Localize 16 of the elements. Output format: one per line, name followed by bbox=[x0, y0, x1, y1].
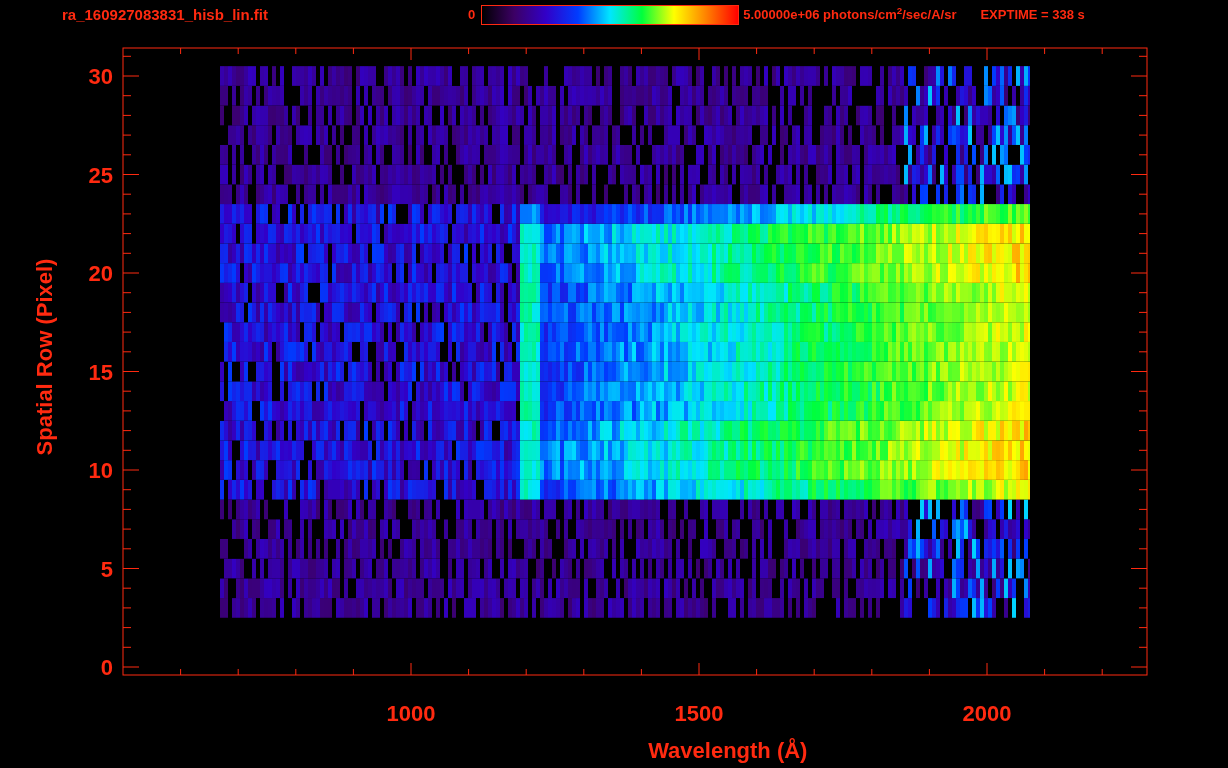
x-tick-label: 1000 bbox=[386, 701, 436, 726]
y-tick-label: 15 bbox=[88, 359, 113, 385]
y-tick-label: 10 bbox=[88, 458, 113, 483]
y-tick-label: 25 bbox=[88, 162, 113, 188]
y-tick-label: 20 bbox=[88, 261, 113, 286]
colorbar-min-label: 0 bbox=[468, 6, 476, 25]
x-tick-label: 1500 bbox=[674, 701, 724, 726]
colorbar-max-label: 5.00000e+06 photons/cm$^{2}$/sec/A/sr bbox=[743, 5, 957, 25]
file-name-title: ra_160927083831_hisb_lin.fit bbox=[62, 4, 269, 25]
exposure-time-label: EXPTIME = 338 s bbox=[980, 6, 1085, 25]
y-tick-label: 30 bbox=[88, 64, 113, 89]
y-tick-label: 0 bbox=[100, 655, 113, 680]
x-axis-title: Wavelength (Å) bbox=[648, 738, 808, 763]
x-tick-label: 2000 bbox=[962, 701, 1012, 726]
y-tick-label: 5 bbox=[100, 556, 113, 582]
y-axis-title: Spatial Row (Pixel) bbox=[32, 258, 57, 456]
